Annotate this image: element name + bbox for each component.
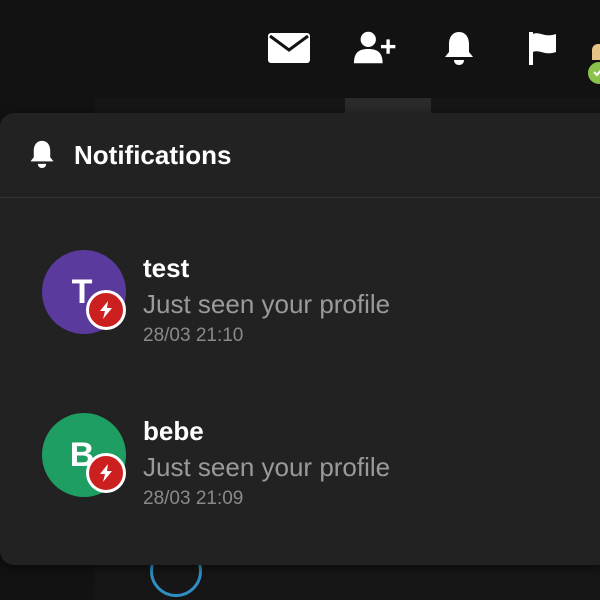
add-user-icon <box>353 31 396 64</box>
dropdown-header: Notifications <box>0 113 600 198</box>
online-status-icon <box>586 60 600 86</box>
bell-icon <box>445 32 473 65</box>
notification-time: 28/03 21:10 <box>143 325 244 346</box>
page: Notifications T test Just seen your prof… <box>0 0 600 600</box>
mail-icon <box>268 33 310 63</box>
friend-requests-button[interactable] <box>352 28 396 68</box>
flash-icon <box>100 464 112 482</box>
notification-item[interactable]: B bebe Just seen your profile 28/03 21:0… <box>0 401 600 531</box>
top-bar <box>0 0 600 100</box>
notification-sender[interactable]: bebe <box>143 416 204 446</box>
dropdown-title: Notifications <box>74 140 232 170</box>
notification-time: 28/03 21:09 <box>143 488 244 509</box>
reports-button[interactable] <box>520 28 564 68</box>
notification-item[interactable]: T test Just seen your profile 28/03 21:1… <box>0 238 600 368</box>
user-avatar-partial[interactable] <box>592 44 600 60</box>
flag-icon <box>529 32 556 65</box>
notification-sender[interactable]: test <box>143 253 189 283</box>
bell-icon <box>30 140 54 168</box>
flash-badge <box>86 453 126 493</box>
notifications-button[interactable] <box>437 28 481 68</box>
notification-message: Just seen your profile <box>143 289 391 319</box>
flash-icon <box>100 301 112 319</box>
notification-message: Just seen your profile <box>143 452 391 482</box>
notifications-dropdown: Notifications T test Just seen your prof… <box>0 113 600 565</box>
flash-badge <box>86 290 126 330</box>
messages-button[interactable] <box>267 28 311 68</box>
